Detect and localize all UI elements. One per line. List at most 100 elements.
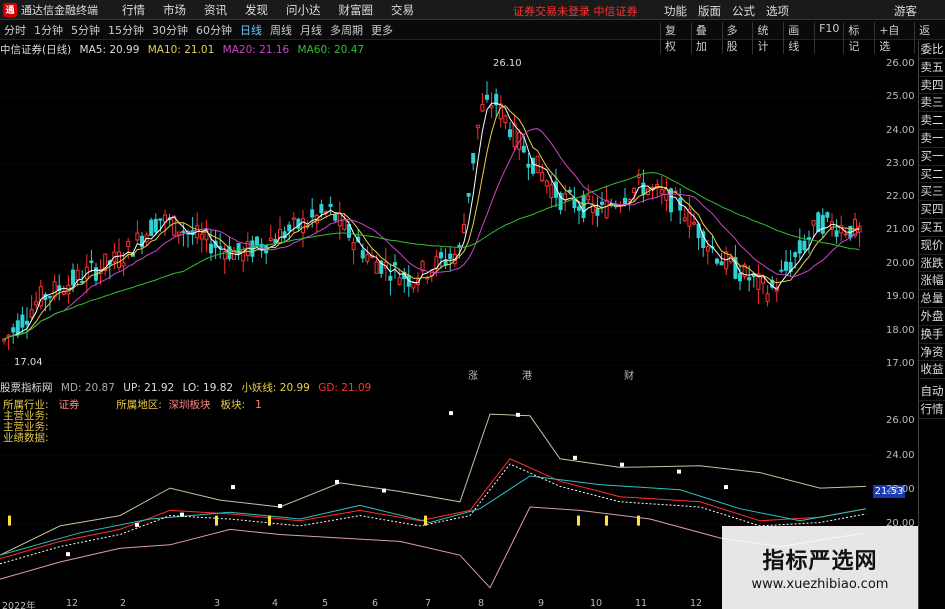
menu-item-ask[interactable]: 问小达 — [286, 3, 321, 17]
event-marker-up[interactable]: 涨 — [468, 367, 478, 382]
menu-item-discover[interactable]: 发现 — [245, 3, 268, 17]
tool-button[interactable]: 叠加 — [690, 22, 722, 54]
tool-button[interactable]: 画线 — [783, 22, 814, 54]
candle-body — [2, 338, 6, 342]
event-marker-finance[interactable]: 财 — [624, 367, 634, 382]
tool-button[interactable]: 复权 — [660, 22, 691, 54]
period-tab-more[interactable]: 更多 — [371, 22, 393, 38]
candle-body — [319, 204, 324, 214]
period-tab-daily[interactable]: 日线 — [240, 22, 262, 38]
panel-item[interactable]: 总量 — [919, 290, 945, 308]
period-tab[interactable]: 15分钟 — [108, 22, 144, 38]
panel-item[interactable]: 收益 — [919, 361, 945, 380]
menu-options[interactable]: 选项 — [766, 3, 789, 19]
menu-formula[interactable]: 公式 — [732, 3, 755, 19]
menu-item-market[interactable]: 市场 — [163, 3, 186, 17]
candle-body — [632, 187, 637, 194]
period-tab[interactable]: 月线 — [300, 22, 322, 38]
watermark-url: www.xuezhibiao.com — [751, 577, 889, 592]
panel-item[interactable]: 净资 — [919, 344, 945, 362]
menu-item-wealth[interactable]: 财富圈 — [339, 3, 374, 17]
panel-item[interactable]: 买四 — [919, 201, 945, 219]
panel-item[interactable]: 涨幅 — [919, 272, 945, 291]
period-tab[interactable]: 1分钟 — [34, 22, 63, 38]
menu-item-quotes[interactable]: 行情 — [122, 3, 145, 17]
panel-item[interactable]: 外盘 — [919, 308, 945, 326]
candle-body — [52, 281, 57, 298]
panel-item[interactable]: 现价 — [919, 237, 945, 255]
price-tick: 20.00 — [886, 258, 915, 269]
period-tab[interactable]: 30分钟 — [152, 22, 188, 38]
panel-item[interactable]: 卖一 — [919, 130, 945, 148]
indicator-name[interactable]: 股票指标网 — [0, 382, 53, 394]
tool-button[interactable]: 统计 — [752, 22, 783, 54]
signal-dot — [516, 412, 520, 417]
candle-body — [448, 253, 453, 259]
candle-body — [793, 252, 798, 258]
event-marker-hk[interactable]: 港 — [522, 367, 532, 382]
candle-body — [586, 195, 591, 201]
panel-item[interactable]: 涨跌 — [919, 255, 945, 273]
date-label: 12 — [690, 598, 703, 609]
candle-body — [485, 94, 489, 100]
panel-item[interactable]: 买三 — [919, 183, 945, 202]
stock-name[interactable]: 中信证券(日线) — [0, 44, 71, 56]
date-label: 5 — [322, 598, 329, 609]
ma-legend: 中信证券(日线) MA5: 20.99 MA10: 21.01 MA20: 21… — [0, 42, 369, 56]
tool-button[interactable]: F10 — [814, 22, 843, 54]
signal-dot — [66, 552, 70, 557]
candle-body — [682, 217, 687, 222]
candle-body — [80, 280, 85, 283]
tool-button[interactable]: 多股 — [721, 22, 753, 54]
candle-body — [328, 203, 333, 207]
panel-item[interactable]: 卖三 — [919, 94, 945, 113]
price-tick: 26.00 — [886, 58, 915, 69]
guest-button[interactable]: 游客 — [894, 3, 917, 19]
candle-body — [439, 252, 443, 259]
panel-quotes[interactable]: 行情 — [919, 401, 945, 419]
candle-body — [641, 182, 646, 196]
panel-auto[interactable]: 自动 — [919, 383, 945, 401]
panel-item[interactable]: 买一 — [919, 148, 945, 166]
ma10-line — [3, 105, 860, 340]
high-price-label: 26.10 — [493, 58, 522, 69]
chart-tools: 复权叠加多股统计画线F10标记+自选返回 — [660, 22, 945, 54]
app-logo-icon: 通 — [3, 2, 17, 17]
menu-layout[interactable]: 版面 — [698, 3, 721, 19]
panel-item[interactable]: 买二 — [919, 166, 945, 184]
period-tab[interactable]: 分时 — [4, 22, 26, 38]
candle-body — [153, 218, 158, 233]
candle-body — [738, 273, 742, 282]
date-label: 3 — [214, 598, 221, 609]
candlestick-chart[interactable] — [0, 56, 870, 376]
panel-item[interactable]: 买五 — [919, 219, 945, 237]
menu-item-trade[interactable]: 交易 — [391, 3, 414, 17]
tool-button[interactable]: +自选 — [874, 22, 914, 54]
panel-item[interactable]: 卖五 — [919, 59, 945, 77]
panel-item[interactable]: 委比 — [919, 41, 945, 59]
price-tick: 24.00 — [886, 125, 915, 136]
panel-item[interactable]: 换手 — [919, 326, 945, 344]
date-label: 4 — [272, 598, 279, 609]
date-label: 12 — [66, 598, 79, 609]
signal-bar — [8, 515, 11, 526]
menu-item-news[interactable]: 资讯 — [204, 3, 227, 17]
candle-body — [121, 262, 126, 267]
menu-function[interactable]: 功能 — [664, 3, 687, 19]
panel-item[interactable]: 卖四 — [919, 77, 945, 95]
login-warning[interactable]: 证券交易未登录 中信证券 — [513, 3, 638, 19]
candle-body — [71, 269, 75, 286]
candle-body — [48, 296, 52, 299]
period-tab[interactable]: 多周期 — [330, 22, 363, 38]
candle-body — [480, 104, 485, 112]
candle-body — [719, 261, 724, 266]
period-tab[interactable]: 5分钟 — [71, 22, 100, 38]
price-tick: 25.00 — [886, 91, 915, 102]
panel-item[interactable]: 卖二 — [919, 112, 945, 130]
signal-dot — [573, 455, 577, 460]
period-tab[interactable]: 60分钟 — [196, 22, 232, 38]
period-tab[interactable]: 周线 — [270, 22, 292, 38]
candle-body — [784, 261, 788, 271]
candle-body — [393, 262, 397, 266]
tool-button[interactable]: 标记 — [843, 22, 874, 54]
